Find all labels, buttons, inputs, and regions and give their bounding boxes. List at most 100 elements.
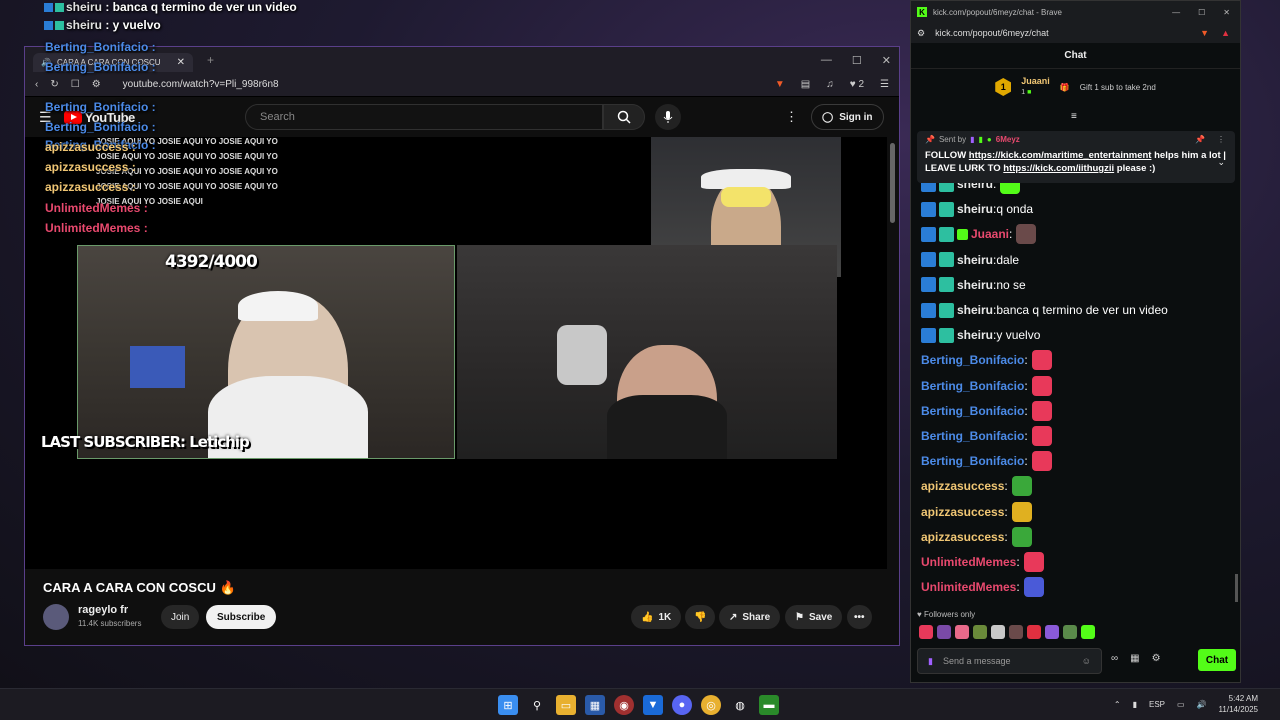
- search-input[interactable]: Search: [245, 104, 603, 130]
- language-indicator[interactable]: ESP: [1149, 700, 1165, 709]
- chat-username[interactable]: Berting_Bonifacio: [921, 454, 1024, 468]
- chat-username[interactable]: sheiru: [957, 202, 993, 216]
- brave-shield-icon[interactable]: ▼: [1200, 28, 1209, 38]
- emote-icon[interactable]: [973, 625, 987, 639]
- maximize-icon[interactable]: ☐: [1198, 8, 1205, 17]
- terminal-icon[interactable]: ▬: [759, 695, 779, 715]
- chat-username[interactable]: sheiru: [957, 278, 993, 292]
- music-icon[interactable]: ♫: [826, 79, 834, 90]
- emote-icon[interactable]: [1045, 625, 1059, 639]
- minimize-icon[interactable]: —: [1172, 8, 1180, 17]
- emote-icon[interactable]: [955, 625, 969, 639]
- chat-username[interactable]: UnlimitedMemes: [921, 580, 1016, 594]
- chat-username[interactable]: Berting_Bonifacio: [921, 429, 1024, 443]
- share-button[interactable]: ↗ Share: [719, 605, 781, 629]
- site-info-icon[interactable]: ⚙: [92, 79, 101, 90]
- volume-icon[interactable]: 🔊: [1197, 700, 1207, 709]
- subscribe-button[interactable]: Subscribe: [206, 605, 277, 629]
- chat-username[interactable]: Juaani: [971, 227, 1009, 241]
- search-button[interactable]: [603, 104, 645, 130]
- emote-icon: [1031, 375, 1052, 396]
- overlay-chat-line: UnlimitedMemes :: [45, 221, 148, 235]
- emoji-icon[interactable]: ☺: [1082, 656, 1091, 666]
- pinned-menu-icon[interactable]: ⋮: [1217, 135, 1225, 144]
- site-settings-icon[interactable]: ⚙: [917, 28, 925, 39]
- chat-username[interactable]: apizzasuccess: [921, 505, 1004, 519]
- close-icon[interactable]: ✕: [882, 54, 891, 67]
- chrome-icon[interactable]: ◎: [701, 695, 721, 715]
- emote-icon[interactable]: [991, 625, 1005, 639]
- search-icon[interactable]: ⚲: [527, 695, 547, 715]
- subscriber-badge-icon: [939, 302, 954, 318]
- filter-icon[interactable]: ≡: [1071, 111, 1077, 122]
- kick-url[interactable]: kick.com/popout/6meyz/chat: [935, 28, 1049, 38]
- emote-icon[interactable]: [919, 625, 933, 639]
- tab-close-icon[interactable]: ✕: [177, 57, 185, 68]
- chat-username[interactable]: Berting_Bonifacio: [921, 379, 1024, 393]
- maximize-icon[interactable]: ☐: [852, 54, 862, 67]
- pinned-link-1[interactable]: https://kick.com/maritime_entertainment: [969, 150, 1152, 161]
- reader-icon[interactable]: ▤: [801, 79, 810, 90]
- more-options-icon[interactable]: ⋮: [785, 109, 798, 125]
- chat-username[interactable]: apizzasuccess: [921, 530, 1004, 544]
- extensions-icon[interactable]: ♥ 2: [850, 79, 864, 90]
- pin-toggle-icon[interactable]: 📌: [1195, 135, 1205, 144]
- minimize-icon[interactable]: —: [821, 54, 832, 66]
- back-icon[interactable]: ‹: [35, 79, 38, 90]
- like-button[interactable]: 👍 1K: [631, 605, 682, 629]
- chat-username[interactable]: apizzasuccess: [921, 479, 1004, 493]
- clock[interactable]: 5:42 AM 11/14/2025: [1219, 693, 1258, 715]
- channel-name[interactable]: rageylo fr: [78, 604, 128, 616]
- close-icon[interactable]: ✕: [1223, 8, 1230, 17]
- overlay-chat-line: apizzasuccess :: [45, 140, 136, 154]
- app-icon[interactable]: ◉: [614, 695, 634, 715]
- network-icon[interactable]: ▭: [1177, 700, 1185, 709]
- file-explorer-icon[interactable]: ▭: [556, 695, 576, 715]
- gift-cta[interactable]: Gift 1 sub to take 2nd: [1080, 83, 1156, 92]
- refresh-icon[interactable]: ↻: [50, 79, 58, 90]
- emote-icon[interactable]: [1027, 625, 1041, 639]
- new-tab-icon[interactable]: +: [207, 53, 214, 67]
- chat-username[interactable]: Berting_Bonifacio: [921, 404, 1024, 418]
- discord-icon[interactable]: ●: [672, 695, 692, 715]
- store-icon[interactable]: ▦: [1130, 653, 1139, 664]
- save-button[interactable]: ⚑ Save: [785, 605, 843, 629]
- voice-search-button[interactable]: [655, 104, 681, 130]
- channel-avatar[interactable]: [43, 604, 69, 630]
- points-icon[interactable]: ∞: [1111, 653, 1118, 664]
- pinned-link-2[interactable]: https://kick.com/iithugzii: [1003, 163, 1114, 174]
- brave-shield-icon[interactable]: ▼: [775, 79, 785, 90]
- store-icon[interactable]: ▦: [585, 695, 605, 715]
- emote-icon[interactable]: [1063, 625, 1077, 639]
- chat-username[interactable]: sheiru: [957, 328, 993, 342]
- more-actions-button[interactable]: •••: [847, 605, 872, 629]
- brave-rewards-icon[interactable]: ▲: [1221, 28, 1230, 38]
- emote-icon: [1016, 224, 1037, 245]
- join-button[interactable]: Join: [161, 605, 200, 629]
- dislike-button[interactable]: 👎: [685, 605, 716, 629]
- chat-username[interactable]: sheiru: [957, 303, 993, 317]
- bookmark-icon[interactable]: ☐: [71, 79, 80, 90]
- emote-icon[interactable]: [937, 625, 951, 639]
- emote-icon[interactable]: [1081, 625, 1095, 639]
- emote-icon[interactable]: [1009, 625, 1023, 639]
- settings-icon[interactable]: ⚙: [1152, 653, 1161, 664]
- page-scrollbar[interactable]: [890, 143, 895, 223]
- brave-icon[interactable]: ▼: [643, 695, 663, 715]
- start-icon[interactable]: ⊞: [498, 695, 518, 715]
- chat-username[interactable]: sheiru: [957, 253, 993, 267]
- url-field[interactable]: youtube.com/watch?v=Pli_998r6n8: [123, 79, 279, 90]
- chat-message: Berting_Bonifacio:: [921, 349, 1052, 371]
- menu-icon[interactable]: ☰: [880, 79, 889, 90]
- chat-scrollbar[interactable]: [1235, 574, 1238, 602]
- chat-username[interactable]: Berting_Bonifacio: [921, 353, 1024, 367]
- obs-icon[interactable]: ◍: [730, 695, 750, 715]
- chat-send-button[interactable]: Chat: [1198, 649, 1236, 671]
- chevron-up-icon[interactable]: ⌃: [1114, 700, 1121, 709]
- subscriber-badge-icon: [939, 277, 954, 293]
- chevron-down-icon[interactable]: ⌄: [1217, 157, 1225, 168]
- send-message-input[interactable]: ▮ Send a message ☺: [917, 648, 1102, 674]
- chat-username[interactable]: UnlimitedMemes: [921, 555, 1016, 569]
- sign-in-button[interactable]: ◯ Sign in: [811, 104, 884, 130]
- mic-tray-icon[interactable]: ▮: [1133, 700, 1137, 709]
